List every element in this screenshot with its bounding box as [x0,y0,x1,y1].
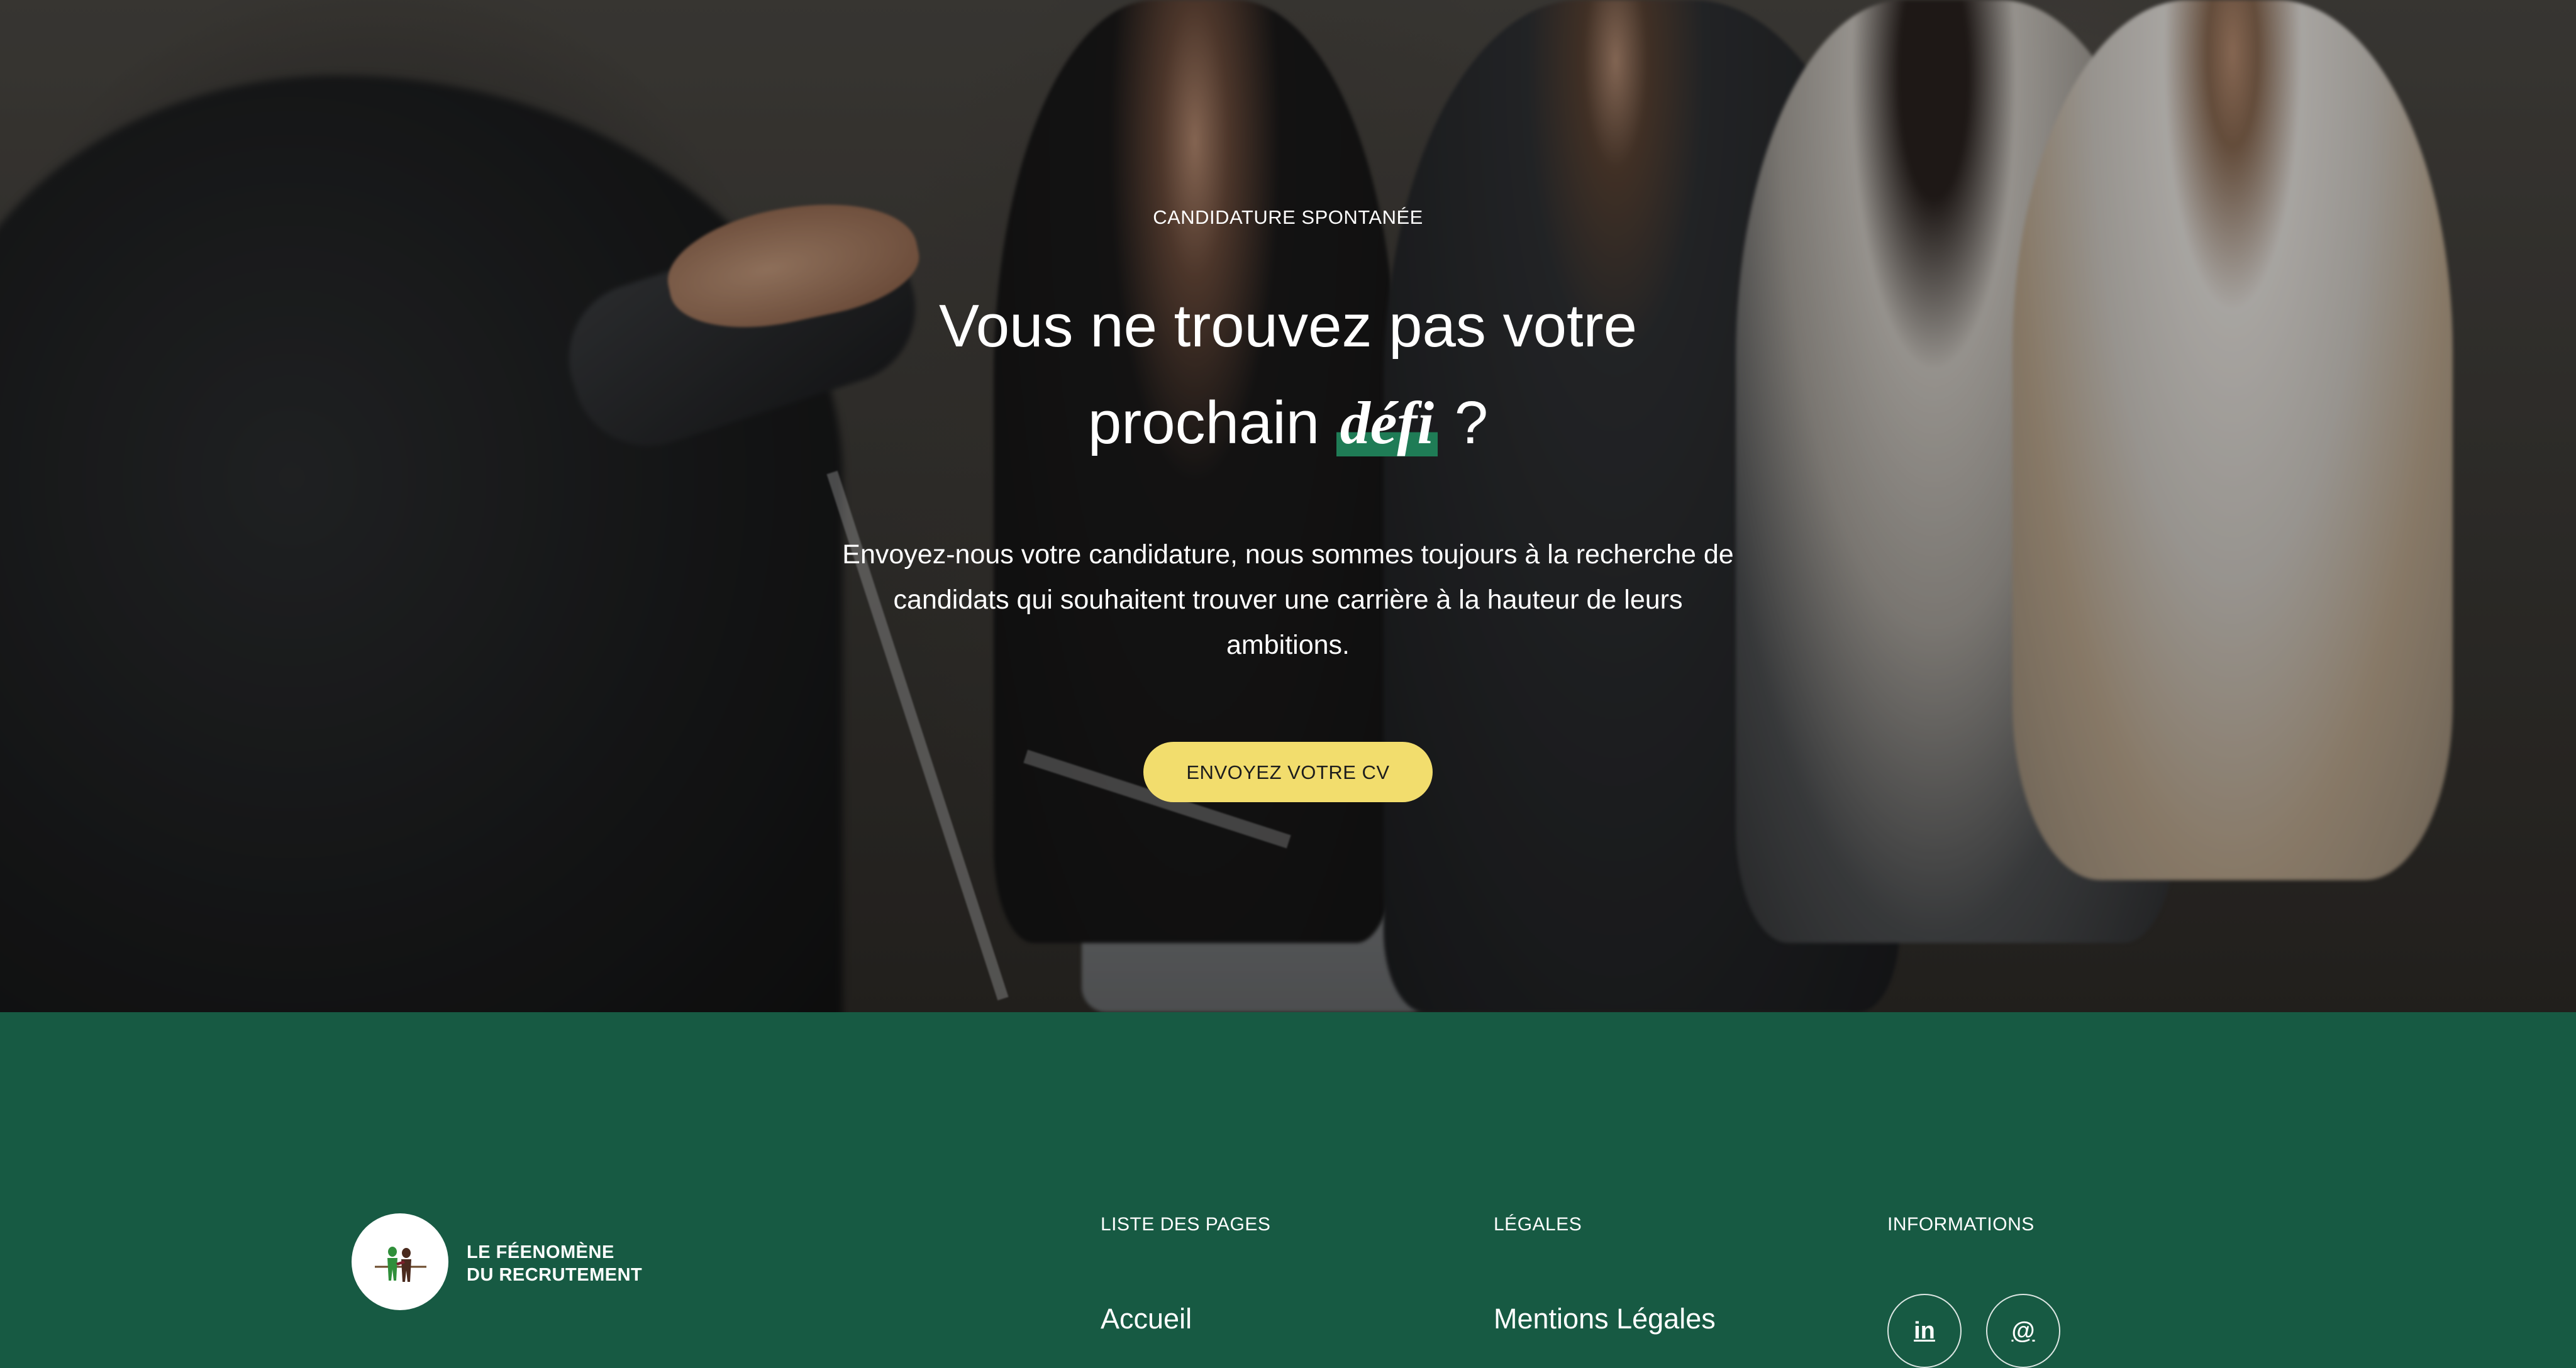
logo-text-line1: LE FÉENOMÈNE [467,1242,614,1262]
footer-column-pages: LISTE DES PAGES Accueil [1101,1212,1271,1335]
logo[interactable] [352,1213,448,1310]
hero-title-line1: Vous ne trouvez pas votre [939,292,1637,360]
hero-description: Envoyez-nous votre candidature, nous som… [842,539,1734,660]
logo-wordmark[interactable]: LE FÉENOMÈNE DU RECRUTEMENT [467,1241,642,1286]
footer-link-accueil[interactable]: Accueil [1101,1301,1192,1337]
logo-figures-icon [375,1247,426,1282]
footer-link-mentions-legales[interactable]: Mentions Légales [1494,1301,1716,1337]
logo-text-line2: DU RECRUTEMENT [467,1265,643,1285]
hero-section: CANDIDATURE SPONTANÉE Vous ne trouvez pa… [0,0,2576,1012]
footer-column-legal: LÉGALES Mentions Légales [1494,1212,1716,1335]
site-footer: LE FÉENOMÈNE DU RECRUTEMENT LISTE DES PA… [0,1012,2576,1368]
email-icon[interactable]: @ [1986,1294,2060,1368]
hero-title-line2-suffix: ? [1438,389,1489,456]
footer-column-informations: INFORMATIONS in @ [1887,1212,2060,1368]
hero-eyebrow: CANDIDATURE SPONTANÉE [1153,206,1423,228]
hero-title: Vous ne trouvez pas votre prochain défi … [0,278,2576,472]
linkedin-icon[interactable]: in [1887,1294,1962,1368]
footer-column-title: LISTE DES PAGES [1101,1214,1271,1235]
hero-content: CANDIDATURE SPONTANÉE Vous ne trouvez pa… [0,0,2576,1012]
send-cv-button[interactable]: ENVOYEZ VOTRE CV [1143,742,1433,802]
hero-title-accent: défi [1336,389,1438,456]
footer-column-title: INFORMATIONS [1887,1214,2035,1235]
hero-title-line2-prefix: prochain [1087,389,1336,456]
footer-column-title: LÉGALES [1494,1214,1582,1235]
